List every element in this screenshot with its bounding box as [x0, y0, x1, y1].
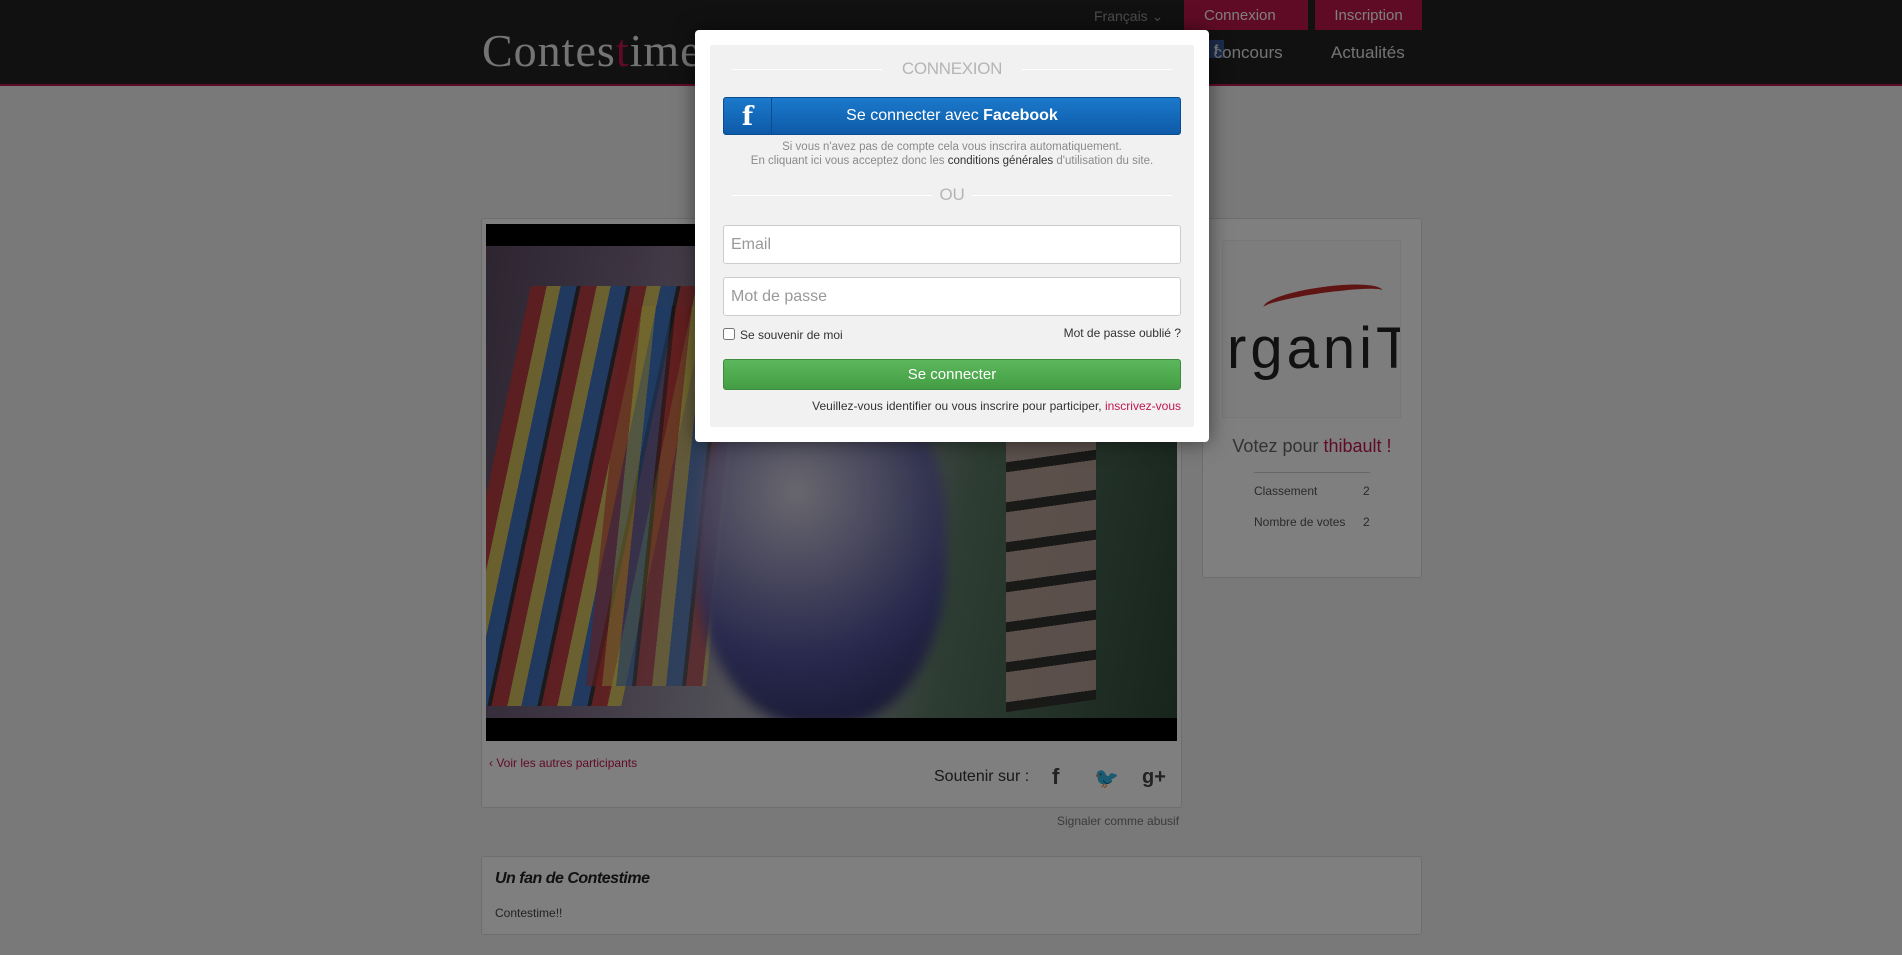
remember-me-label: Se souvenir de moi [740, 328, 843, 342]
forgot-password-link[interactable]: Mot de passe oublié ? [1064, 326, 1181, 340]
facebook-login-button[interactable]: f Se connecter avec Facebook [723, 97, 1181, 135]
disclaimer-post: d'utilisation du site. [1053, 155, 1154, 167]
login-modal-title: CONNEXION [901, 59, 1003, 78]
facebook-login-prefix: Se connecter avec [846, 107, 984, 124]
remember-me-checkbox[interactable] [723, 328, 735, 340]
email-field[interactable] [723, 225, 1181, 264]
disclaimer-pre: En cliquant ici vous acceptez donc les [750, 155, 948, 167]
facebook-icon: f [724, 98, 772, 134]
facebook-disclaimer-line2: En cliquant ici vous acceptez donc les c… [710, 154, 1194, 168]
remember-me[interactable]: Se souvenir de moi [723, 328, 843, 342]
password-field[interactable] [723, 277, 1181, 316]
login-notice: Veuillez-vous identifier ou vous inscrir… [812, 399, 1181, 413]
or-separator: OU [939, 185, 965, 204]
login-modal-body: CONNEXION f Se connecter avec Facebook S… [710, 45, 1194, 427]
login-modal: CONNEXION f Se connecter avec Facebook S… [695, 30, 1209, 442]
facebook-disclaimer-line1: Si vous n'avez pas de compte cela vous i… [782, 141, 1122, 153]
facebook-login-brand: Facebook [983, 107, 1058, 124]
terms-link[interactable]: conditions générales [948, 155, 1054, 167]
login-notice-text: Veuillez-vous identifier ou vous inscrir… [812, 399, 1105, 413]
signup-link[interactable]: inscrivez-vous [1105, 399, 1181, 413]
login-submit-button[interactable]: Se connecter [723, 359, 1181, 390]
